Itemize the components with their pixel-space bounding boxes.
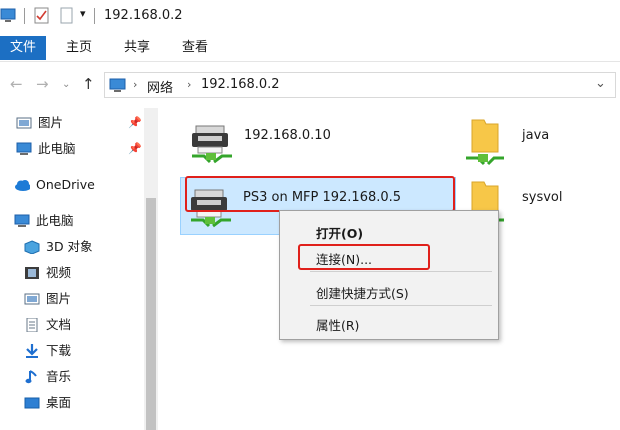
breadcrumb-chevron-icon: › xyxy=(187,78,192,91)
3d-objects-icon xyxy=(24,240,40,254)
window-title: 192.168.0.2 xyxy=(104,8,183,23)
nav-scrollbar-thumb[interactable] xyxy=(146,198,156,430)
pc-icon xyxy=(16,142,32,155)
tab-home[interactable]: 主页 xyxy=(66,36,92,60)
up-arrow-icon[interactable]: ↑ xyxy=(82,76,95,92)
network-printer-icon xyxy=(192,125,232,164)
highlight-box-printer xyxy=(185,176,455,212)
properties-quick-icon[interactable] xyxy=(34,7,50,25)
address-row: ← → ⌄ ↑ › 网络 › 192.168.0.2 ⌄ xyxy=(0,62,620,108)
menu-item-create-shortcut[interactable]: 创建快捷方式(S) xyxy=(316,283,409,302)
tab-share[interactable]: 共享 xyxy=(124,36,150,60)
file-name: sysvol xyxy=(522,190,563,205)
new-folder-quick-icon[interactable] xyxy=(60,7,74,25)
file-name: java xyxy=(522,128,550,143)
pin-icon[interactable]: 📌 xyxy=(128,142,142,155)
download-icon xyxy=(26,344,38,358)
breadcrumb-network[interactable]: 网络 xyxy=(147,77,173,96)
menu-item-properties[interactable]: 属性(R) xyxy=(316,315,359,334)
title-separator xyxy=(24,8,25,24)
network-icon xyxy=(109,78,126,92)
pin-icon[interactable]: 📌 xyxy=(128,116,142,129)
music-icon xyxy=(25,370,37,384)
documents-icon xyxy=(26,318,38,332)
desktop-icon xyxy=(24,397,40,409)
this-pc-icon xyxy=(0,8,16,22)
title-separator xyxy=(94,8,95,24)
menu-separator xyxy=(310,305,492,306)
file-item-folder-java[interactable]: java xyxy=(464,114,614,166)
breadcrumb-chevron-icon: › xyxy=(133,78,138,91)
video-icon xyxy=(25,267,39,279)
highlight-box-connect xyxy=(298,244,430,270)
customize-toolbar-icon[interactable]: ▾ xyxy=(80,7,86,20)
address-bar[interactable]: › 网络 › 192.168.0.2 ⌄ xyxy=(104,72,616,98)
breadcrumb-current[interactable]: 192.168.0.2 xyxy=(201,77,280,92)
network-folder-icon xyxy=(466,119,504,166)
title-bar: ▾ 192.168.0.2 xyxy=(0,0,620,32)
tab-view[interactable]: 查看 xyxy=(182,36,208,60)
back-arrow-icon[interactable]: ← xyxy=(10,76,23,92)
tab-file[interactable]: 文件 xyxy=(0,36,46,60)
recent-locations-icon[interactable]: ⌄ xyxy=(62,77,70,93)
menu-item-open[interactable]: 打开(O) xyxy=(316,223,363,242)
onedrive-cloud-icon xyxy=(15,180,30,191)
menu-separator xyxy=(310,271,492,272)
address-dropdown-icon[interactable]: ⌄ xyxy=(595,76,606,91)
file-item-printer-1[interactable]: 192.168.0.10 xyxy=(184,120,384,164)
context-menu: 打开(O) 连接(N)... 创建快捷方式(S) 属性(R) xyxy=(279,210,499,340)
pc-icon xyxy=(14,214,30,227)
pictures-icon xyxy=(16,117,32,129)
ribbon-tabs: 文件 主页 共享 查看 xyxy=(0,32,620,62)
forward-arrow-icon[interactable]: → xyxy=(36,76,49,92)
file-name: 192.168.0.10 xyxy=(244,128,331,143)
pictures-icon xyxy=(24,293,40,305)
